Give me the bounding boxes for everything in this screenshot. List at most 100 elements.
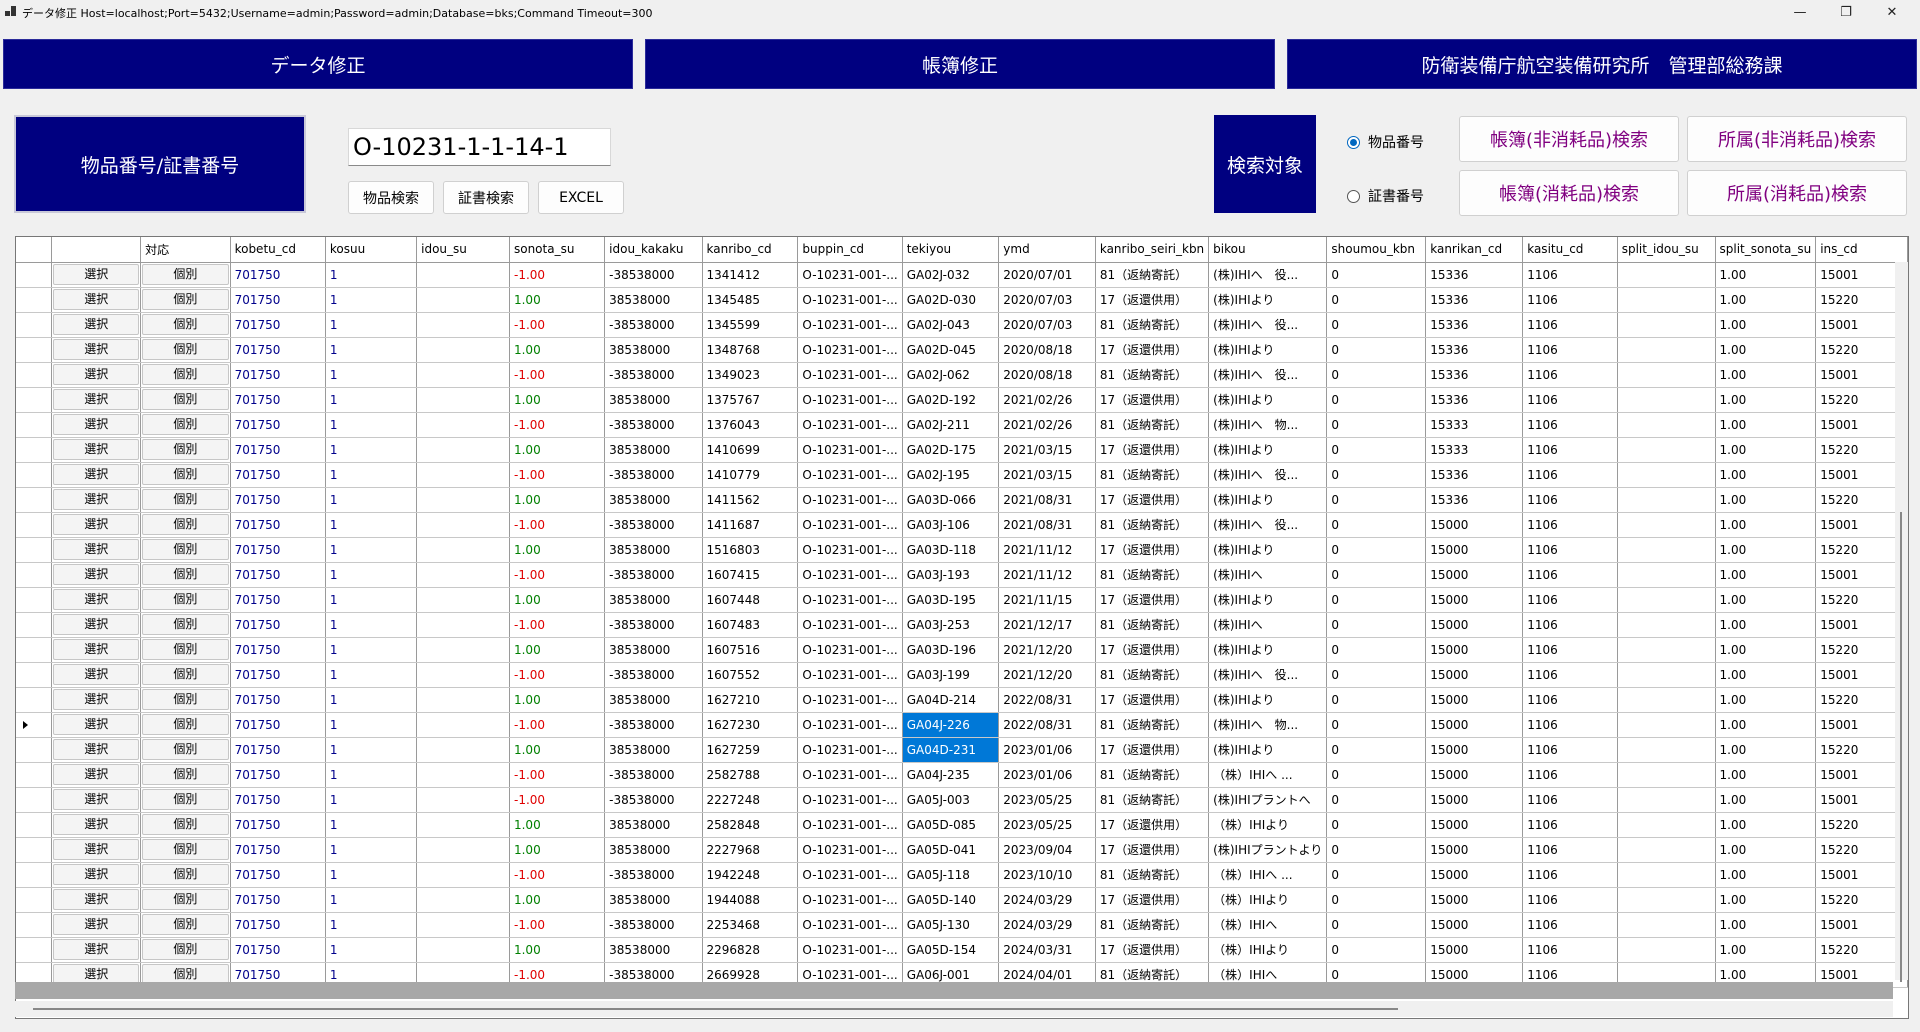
cell-ins-cd[interactable]: 15220 [1815,587,1908,613]
cell-sonota-su[interactable]: -1.00 [509,412,606,438]
cell-kosuu[interactable]: 1 [325,862,418,888]
cert-search-button[interactable]: 証書検索 [443,181,529,214]
cell-shoumou-kbn[interactable]: 0 [1326,262,1427,288]
cell-kanrikan-cd[interactable]: 15333 [1425,412,1524,438]
cell-shoumou-kbn[interactable]: 0 [1326,537,1427,563]
row-select-button[interactable]: 選択 [53,614,140,635]
cell-tekiyou[interactable]: GA04D-231 [902,737,1000,763]
cell-idou-su[interactable] [416,912,510,938]
data-grid[interactable]: 対応 kobetu_cd kosuu idou_su sonota_su idou_kak… [15,236,1909,1019]
cell-split-idou-su[interactable] [1617,337,1716,363]
cell-sonota-su[interactable]: 1.00 [509,637,606,663]
cell-kosuu[interactable]: 1 [325,837,418,863]
cell-kobetu-cd[interactable]: 701750 [230,337,326,363]
cell-bikou[interactable]: (株)IHIより [1208,687,1328,713]
cell-kanribo-seiri-kbn[interactable]: 17（返還供用） [1095,487,1210,513]
cell-kanribo-cd[interactable]: 1345485 [702,287,799,313]
cell-ins-cd[interactable]: 15001 [1815,762,1908,788]
cell-split-sonota-su[interactable]: 1.00 [1715,487,1817,513]
cell-bikou[interactable]: (株)IHIより [1208,537,1328,563]
cell-ymd[interactable]: 2021/02/26 [998,387,1096,413]
cell-split-idou-su[interactable] [1617,362,1716,388]
cell-idou-kakaku[interactable]: -38538000 [604,262,703,288]
cell-idou-kakaku[interactable]: 38538000 [604,337,703,363]
cell-ins-cd[interactable]: 15001 [1815,312,1908,338]
row-kobetsu-button[interactable]: 個別 [142,339,229,360]
cell-sonota-su[interactable]: -1.00 [509,787,606,813]
row-kobetsu-button[interactable]: 個別 [142,939,229,960]
col-header-kasitu-cd[interactable]: kasitu_cd [1522,237,1618,263]
cell-kanrikan-cd[interactable]: 15000 [1425,837,1524,863]
cell-kasitu-cd[interactable]: 1106 [1522,712,1618,738]
cell-kobetu-cd[interactable]: 701750 [230,737,326,763]
cell-sonota-su[interactable]: 1.00 [509,887,606,913]
minimize-icon[interactable]: — [1777,0,1823,24]
cell-split-sonota-su[interactable]: 1.00 [1715,662,1817,688]
cell-kobetu-cd[interactable]: 701750 [230,862,326,888]
cell-kanribo-seiri-kbn[interactable]: 17（返還供用） [1095,812,1210,838]
cell-ymd[interactable]: 2021/08/31 [998,512,1096,538]
cell-shoumou-kbn[interactable]: 0 [1326,287,1427,313]
row-select-button[interactable]: 選択 [53,739,140,760]
col-header-idou-su[interactable]: idou_su [416,237,510,263]
table-row[interactable]: 選択 個別 701750 1 1.00 38538000 1345485 O-10231-00… [16,287,1908,313]
cell-kosuu[interactable]: 1 [325,512,418,538]
cell-bikou[interactable]: (株)IHIプラントより [1208,837,1328,863]
cell-ins-cd[interactable]: 15220 [1815,687,1908,713]
cell-ins-cd[interactable]: 15001 [1815,612,1908,638]
row-kobetsu-button[interactable]: 個別 [142,789,229,810]
cell-ymd[interactable]: 2022/08/31 [998,712,1096,738]
cell-split-idou-su[interactable] [1617,387,1716,413]
cell-kanrikan-cd[interactable]: 15336 [1425,262,1524,288]
cell-ins-cd[interactable]: 15220 [1815,287,1908,313]
row-select-button[interactable]: 選択 [53,564,140,585]
cell-kanribo-seiri-kbn[interactable]: 17（返還供用） [1095,737,1210,763]
cell-idou-su[interactable] [416,287,510,313]
cell-kanrikan-cd[interactable]: 15336 [1425,462,1524,488]
cell-split-idou-su[interactable] [1617,737,1716,763]
cell-kosuu[interactable]: 1 [325,612,418,638]
cell-sonota-su[interactable]: 1.00 [509,687,606,713]
cell-split-sonota-su[interactable]: 1.00 [1715,687,1817,713]
cell-kanribo-seiri-kbn[interactable]: 81（返納寄託） [1095,612,1210,638]
row-select-button[interactable]: 選択 [53,464,140,485]
cell-ins-cd[interactable]: 15001 [1815,862,1908,888]
row-header-corner[interactable] [16,237,53,263]
cell-idou-su[interactable] [416,562,510,588]
cell-split-sonota-su[interactable]: 1.00 [1715,612,1817,638]
col-header-buppin-cd[interactable]: buppin_cd [797,237,903,263]
cell-kanribo-cd[interactable]: 2227968 [702,837,799,863]
cell-kasitu-cd[interactable]: 1106 [1522,762,1618,788]
cell-split-sonota-su[interactable]: 1.00 [1715,537,1817,563]
table-row[interactable]: 選択 個別 701750 1 1.00 38538000 2296828 O-10231-00… [16,937,1908,963]
cell-split-idou-su[interactable] [1617,437,1716,463]
cell-buppin-cd[interactable]: O-10231-001-... [797,537,903,563]
cell-shoumou-kbn[interactable]: 0 [1326,812,1427,838]
row-select-button[interactable]: 選択 [53,789,140,810]
cell-buppin-cd[interactable]: O-10231-001-... [797,937,903,963]
row-kobetsu-button[interactable]: 個別 [142,764,229,785]
cell-idou-su[interactable] [416,437,510,463]
cell-split-sonota-su[interactable]: 1.00 [1715,887,1817,913]
col-header-kanrikan-cd[interactable]: kanrikan_cd [1425,237,1524,263]
cell-kanribo-cd[interactable]: 1410699 [702,437,799,463]
cell-shoumou-kbn[interactable]: 0 [1326,912,1427,938]
cell-buppin-cd[interactable]: O-10231-001-... [797,637,903,663]
cell-kanribo-cd[interactable]: 1376043 [702,412,799,438]
cell-split-sonota-su[interactable]: 1.00 [1715,912,1817,938]
cell-kasitu-cd[interactable]: 1106 [1522,912,1618,938]
row-select-button[interactable]: 選択 [53,939,140,960]
cell-kobetu-cd[interactable]: 701750 [230,412,326,438]
cell-kanrikan-cd[interactable]: 15000 [1425,637,1524,663]
cell-bikou[interactable]: (株)IHIプラントへ [1208,787,1328,813]
cell-idou-su[interactable] [416,462,510,488]
cell-kobetu-cd[interactable]: 701750 [230,687,326,713]
cell-ins-cd[interactable]: 15220 [1815,537,1908,563]
cell-kosuu[interactable]: 1 [325,362,418,388]
row-header[interactable] [16,612,53,638]
radio-dot-unchecked[interactable] [1347,189,1360,203]
table-row[interactable]: 選択 個別 701750 1 1.00 38538000 1410699 O-10231-00… [16,437,1908,463]
cell-tekiyou[interactable]: GA02D-030 [902,287,1000,313]
cell-kasitu-cd[interactable]: 1106 [1522,362,1618,388]
cell-split-idou-su[interactable] [1617,687,1716,713]
